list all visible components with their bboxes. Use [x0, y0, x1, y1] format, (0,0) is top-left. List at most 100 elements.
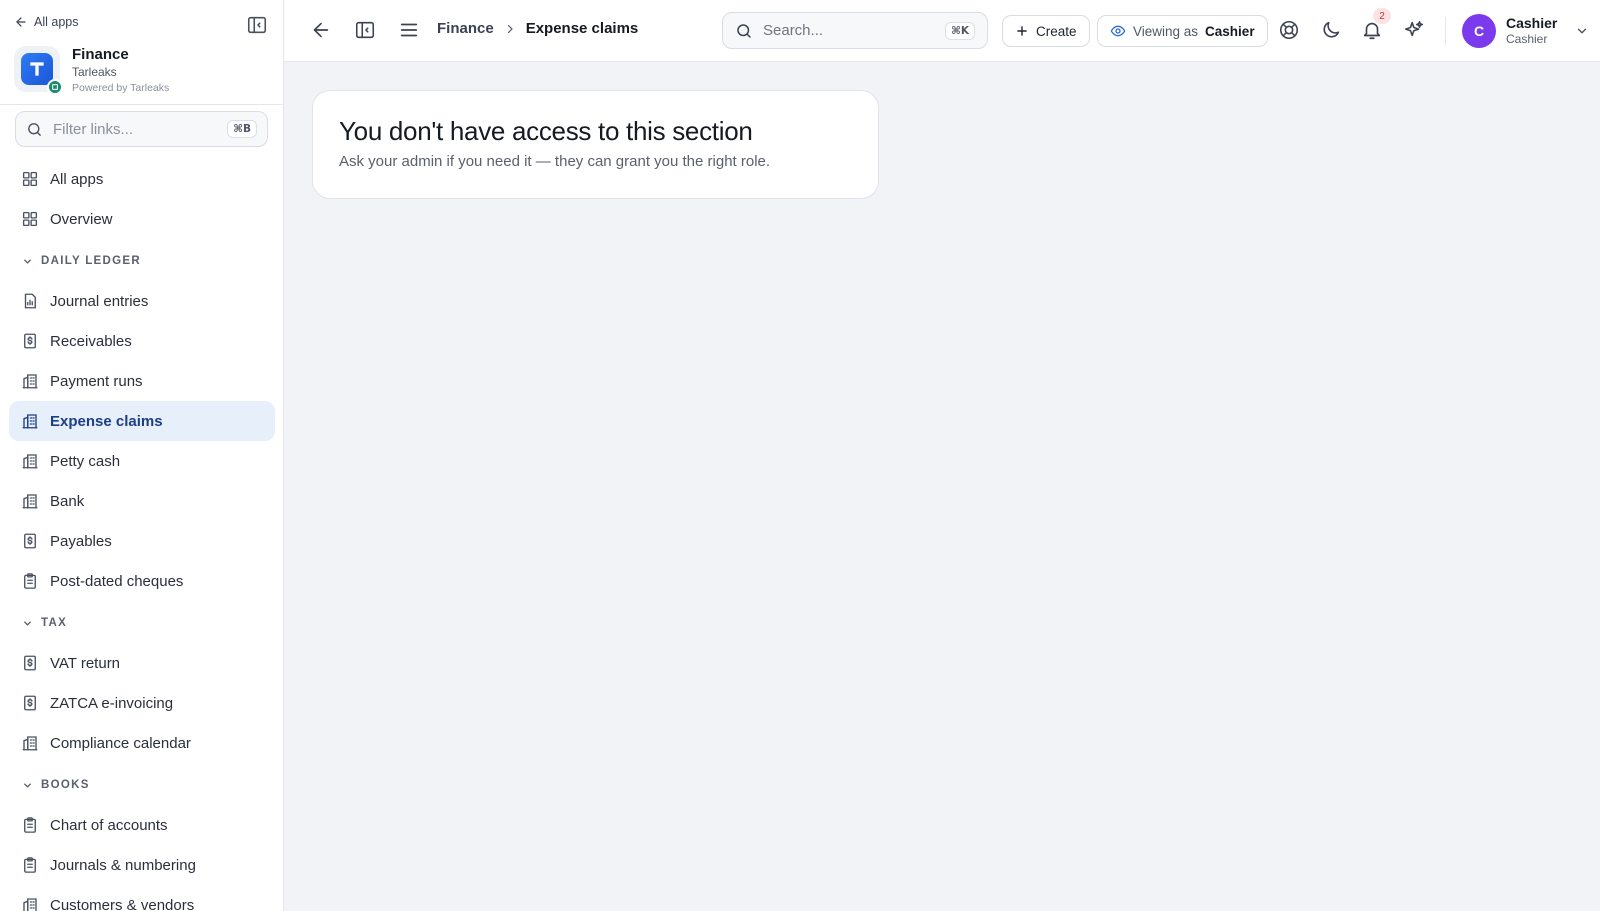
user-role: Cashier: [1506, 32, 1548, 46]
search-placeholder: Search...: [763, 22, 824, 39]
page-subtitle: Ask your admin if you need it — they can…: [339, 153, 771, 170]
building-icon: [21, 734, 39, 752]
sidebar-item-label: Journal entries: [50, 292, 149, 310]
report-icon: [21, 292, 39, 310]
sidebar-item-post-dated-cheques[interactable]: Post-dated cheques: [9, 561, 275, 601]
chevron-down-icon: [22, 256, 33, 267]
sidebar-item-zatca-e-invoicing[interactable]: ZATCA e-invoicing: [9, 683, 275, 723]
sidebar-item-receivables[interactable]: Receivables: [9, 321, 275, 361]
filter-shortcut: ⌘B: [227, 120, 257, 138]
sidebar-item-label: VAT return: [50, 654, 121, 672]
sidebar-item-payables[interactable]: Payables: [9, 521, 275, 561]
access-denied-card: You don't have access to this section As…: [312, 90, 879, 199]
breadcrumb-current: Expense claims: [525, 20, 639, 37]
search-shortcut: ⌘K: [945, 21, 975, 40]
sidebar-item-bank[interactable]: Bank: [9, 481, 275, 521]
sidebar-item-vat-return[interactable]: VAT return: [9, 643, 275, 683]
avatar: C: [1462, 14, 1496, 48]
sidebar-item-journal-entries[interactable]: Journal entries: [9, 281, 275, 321]
sidebar: All apps Finance Tarleaks Powered by Tar…: [0, 0, 284, 911]
back-to-all-apps-link[interactable]: All apps: [14, 15, 78, 29]
sparkles-icon[interactable]: [1403, 19, 1425, 41]
sidebar-item-all-apps[interactable]: All apps: [9, 159, 275, 199]
create-button[interactable]: Create: [1002, 15, 1090, 47]
search-icon: [26, 121, 43, 138]
sidebar-item-compliance-calendar[interactable]: Compliance calendar: [9, 723, 275, 763]
filter-links-input[interactable]: Filter links... ⌘B: [15, 111, 268, 147]
grid-icon: [21, 210, 39, 228]
topbar: Finance Expense claims Search... ⌘K Crea…: [284, 0, 1600, 62]
building-icon: [21, 896, 39, 911]
section-header-daily-ledger[interactable]: DAILY LEDGER: [9, 241, 275, 281]
sidebar-item-label: Journals & numbering: [50, 856, 196, 874]
sidebar-item-payment-runs[interactable]: Payment runs: [9, 361, 275, 401]
sidebar-item-overview[interactable]: Overview: [9, 199, 275, 239]
page-title: You don't have access to this section: [339, 116, 753, 146]
help-lifebuoy-icon[interactable]: [1278, 19, 1300, 41]
breadcrumb: Finance Expense claims: [437, 20, 638, 37]
app-brand: Finance Tarleaks Powered by Tarleaks: [14, 46, 169, 96]
moon-icon[interactable]: [1320, 19, 1342, 41]
sidebar-collapse-icon[interactable]: [246, 14, 268, 36]
clipboard-icon: [21, 572, 39, 590]
menu-icon[interactable]: [398, 19, 420, 41]
org-name: Tarleaks: [72, 65, 117, 79]
sidebar-item-label: Customers & vendors: [50, 896, 195, 911]
grid-icon: [21, 170, 39, 188]
back-label: All apps: [34, 15, 79, 29]
sidebar-item-label: Expense claims: [50, 412, 163, 430]
filter-placeholder: Filter links...: [53, 120, 134, 138]
section-header-books[interactable]: BOOKS: [9, 765, 275, 805]
sidebar-item-label: Payment runs: [50, 372, 143, 390]
eye-icon: [1110, 23, 1126, 39]
sidebar-item-journals-and-numbering[interactable]: Journals & numbering: [9, 845, 275, 885]
sidebar-item-petty-cash[interactable]: Petty cash: [9, 441, 275, 481]
dollar-doc-icon: [21, 654, 39, 672]
user-name: Cashier: [1506, 15, 1558, 31]
plus-icon: [1015, 24, 1029, 38]
section-title: DAILY LEDGER: [41, 255, 141, 267]
topbar-divider: [1445, 17, 1446, 45]
viewing-as-role: Cashier: [1205, 23, 1255, 39]
chevron-right-icon: [504, 23, 516, 35]
app-logo: [14, 46, 63, 95]
section-title: TAX: [41, 617, 68, 629]
clipboard-icon: [21, 816, 39, 834]
sidebar-nav: All apps Overview DAILY LEDGER Journal entr…: [9, 159, 275, 911]
sidebar-item-label: Chart of accounts: [50, 816, 168, 834]
clipboard-icon: [21, 856, 39, 874]
dollar-doc-icon: [21, 532, 39, 550]
dollar-doc-icon: [21, 332, 39, 350]
org-badge-icon: [47, 79, 63, 95]
building-icon: [21, 372, 39, 390]
breadcrumb-finance[interactable]: Finance: [437, 20, 494, 37]
notification-count-badge: 2: [1373, 8, 1391, 24]
chevron-down-icon: [22, 618, 33, 629]
building-icon: [21, 412, 39, 430]
arrow-left-icon: [14, 15, 28, 29]
global-search-input[interactable]: Search... ⌘K: [722, 12, 988, 49]
toggle-sidebar-icon[interactable]: [354, 19, 376, 41]
sidebar-item-customers-and-vendors[interactable]: Customers & vendors: [9, 885, 275, 911]
sidebar-item-label: Petty cash: [50, 452, 121, 470]
sidebar-item-chart-of-accounts[interactable]: Chart of accounts: [9, 805, 275, 845]
sidebar-item-label: All apps: [50, 170, 104, 188]
search-icon: [735, 22, 753, 40]
viewing-as-button[interactable]: Viewing as Cashier: [1097, 15, 1268, 47]
sidebar-item-label: Payables: [50, 532, 112, 550]
viewing-as-label: Viewing as: [1133, 23, 1199, 39]
sidebar-item-expense-claims[interactable]: Expense claims: [9, 401, 275, 441]
sidebar-divider: [0, 104, 283, 105]
sidebar-item-label: Overview: [50, 210, 113, 228]
create-label: Create: [1036, 23, 1077, 39]
sidebar-item-label: Post-dated cheques: [50, 572, 184, 590]
dollar-doc-icon: [21, 694, 39, 712]
sidebar-item-label: Bank: [50, 492, 85, 510]
section-header-tax[interactable]: TAX: [9, 603, 275, 643]
back-arrow-icon[interactable]: [310, 19, 332, 41]
building-icon: [21, 492, 39, 510]
building-icon: [21, 452, 39, 470]
user-menu[interactable]: C Cashier Cashier: [1462, 14, 1589, 48]
powered-by: Powered by Tarleaks: [72, 82, 170, 94]
chevron-down-icon: [22, 780, 33, 791]
